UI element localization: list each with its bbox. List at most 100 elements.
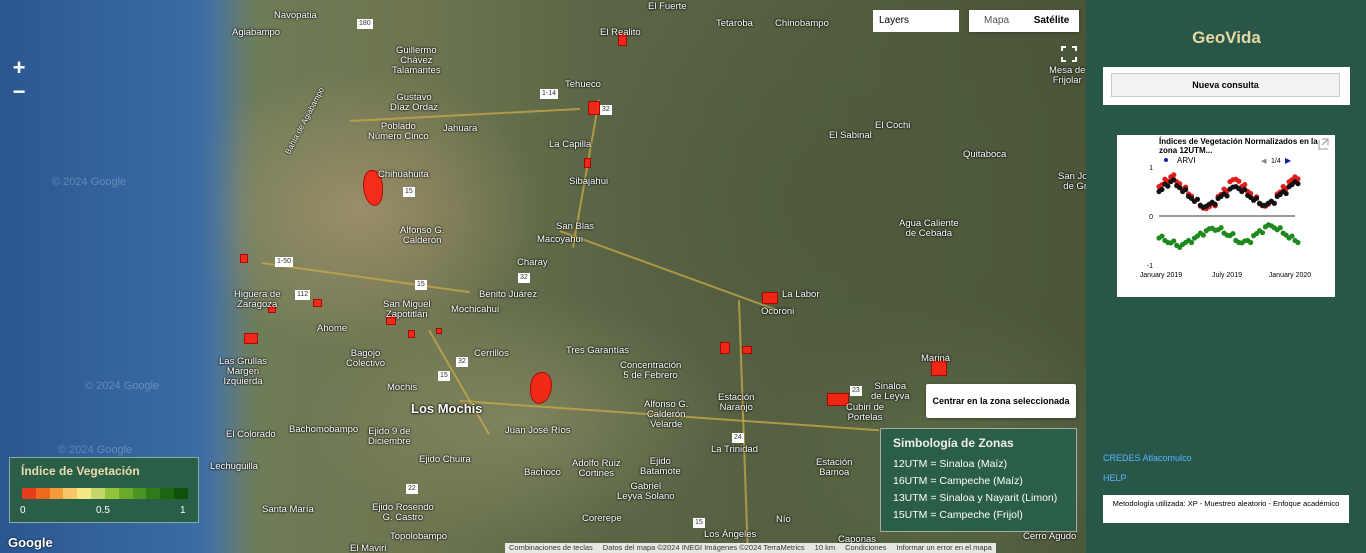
place-label: Mariná — [921, 353, 951, 364]
zoom-in-button[interactable]: + — [8, 57, 30, 80]
symbology-row: 15UTM = Campeche (Frijol) — [893, 509, 1023, 521]
layers-select[interactable]: Layers — [873, 10, 959, 32]
road-badge: 23 — [850, 386, 862, 396]
zoom-out-button[interactable]: − — [8, 81, 30, 104]
terms-link[interactable]: Condiciones — [845, 543, 886, 553]
legend-color-bar — [22, 488, 188, 499]
scale-label: 10 km — [814, 543, 836, 552]
place-label: Bachoco — [524, 467, 561, 478]
place-label: Juan José Ríos — [505, 425, 571, 436]
legend-max-label: 1 — [180, 505, 186, 516]
zone-polygon[interactable] — [720, 342, 730, 354]
chart-point — [1194, 196, 1201, 202]
zone-polygon[interactable] — [313, 299, 322, 307]
help-link[interactable]: HELP — [1103, 473, 1127, 483]
road-badge: 15 — [403, 187, 415, 197]
legend-color-swatch — [132, 488, 147, 499]
place-label: Las Grullas Margen Izquierda — [219, 356, 268, 387]
y-tick-label: 1 — [1149, 165, 1153, 172]
place-label: Ejido 9 de Diciembre — [368, 426, 411, 447]
chart-card: Índices de Vegetación Normalizados en la… — [1117, 135, 1335, 297]
place-label: Cerro Agudo — [1023, 531, 1077, 542]
x-tick-label: July 2019 — [1212, 272, 1242, 279]
map-watermark: © 2024 Google — [58, 444, 133, 456]
zone-polygon[interactable] — [436, 328, 442, 334]
place-label: San Miguel Zapotitlán — [383, 299, 431, 320]
place-label: Adolfo Ruiz Cortines — [572, 458, 621, 479]
place-label: Los Mochis — [411, 401, 483, 416]
map-attribution: Combinaciones de teclas Datos del mapa ©… — [505, 543, 996, 553]
place-label: Tehueco — [565, 79, 601, 90]
place-label: Ahome — [317, 323, 348, 334]
place-label: Chihuahuita — [378, 169, 429, 180]
zone-polygon[interactable] — [530, 372, 552, 404]
place-label: La Capilla — [549, 139, 592, 150]
road-badge: 22 — [406, 484, 418, 494]
place-label: El Fuerte — [648, 1, 687, 12]
chart-svg: 1 0 -1 January 2019 July 2019 January 2020 ARV… — [1140, 138, 1329, 279]
road — [350, 107, 580, 122]
chart-point — [1283, 190, 1289, 197]
place-label: Chinobampo — [775, 18, 829, 29]
road — [428, 330, 490, 435]
road — [559, 230, 777, 311]
legend-min-label: 0 — [20, 505, 26, 516]
chart-point — [1248, 239, 1254, 246]
zone-polygon[interactable] — [408, 330, 415, 338]
place-label: Bahía de Agiabampo — [283, 85, 327, 156]
chart-point — [1159, 186, 1165, 193]
map-type-map-button[interactable]: Mapa — [969, 10, 1024, 32]
side-panel: GeoVida Nueva consulta Índices de Vegeta… — [1087, 0, 1366, 553]
chart-point — [1200, 232, 1206, 238]
place-label: Agiabampo — [232, 27, 281, 38]
pager-next-icon: ▶ — [1285, 156, 1292, 165]
place-label: Higuera de Zaragoza — [234, 289, 281, 310]
zone-polygon[interactable] — [240, 254, 248, 263]
place-label: Sibajahui — [569, 176, 609, 187]
zone-polygon[interactable] — [762, 292, 778, 304]
place-label: Bagojo Colectivo — [346, 348, 386, 369]
place-label: Quitaboca — [963, 149, 1007, 160]
road-badge: 15 — [415, 280, 427, 290]
center-zone-button[interactable]: Centrar en la zona seleccionada — [926, 384, 1076, 418]
road-badge: 32 — [456, 357, 468, 367]
place-label: La Trinidad — [711, 444, 759, 455]
road-badge: 180 — [357, 19, 373, 29]
road-badge: 15 — [693, 518, 705, 528]
zone-polygon[interactable] — [244, 333, 258, 344]
zone-polygon[interactable] — [584, 158, 591, 168]
place-label: Gabriel Leyva Solano — [617, 481, 675, 502]
place-label: Mesa de Frijolar — [1049, 65, 1086, 86]
legend-color-swatch — [174, 488, 188, 499]
place-label: Corerepe — [582, 513, 622, 524]
legend-color-swatch — [22, 488, 36, 499]
road-badge: 112 — [295, 290, 311, 300]
chart-point — [1271, 200, 1277, 206]
place-label: El Cochi — [875, 120, 911, 131]
new-query-button[interactable]: Nueva consulta — [1111, 73, 1340, 97]
place-label: El Colorado — [226, 429, 276, 440]
place-label: Los Ángeles — [704, 529, 757, 540]
chart-point — [1212, 201, 1218, 207]
map-area[interactable]: © 2024 Google © 2024 Google © 2024 Googl… — [0, 0, 1086, 553]
chart-point — [1289, 233, 1295, 239]
map-type-satellite-button[interactable]: Satélite — [1024, 10, 1079, 32]
chart-point — [1277, 225, 1283, 231]
place-label: Guillermo Chávez Talamantes — [392, 45, 441, 76]
chart-point — [1253, 195, 1260, 201]
fullscreen-icon[interactable] — [1059, 45, 1079, 65]
place-label: Benito Juárez — [479, 289, 538, 300]
map-type-control: Mapa Satélite — [969, 10, 1079, 32]
report-error-link[interactable]: Informar un error en el mapa — [896, 543, 991, 553]
road-badge: 1-50 — [275, 257, 294, 267]
place-label: Cubiri de Portelas — [846, 402, 885, 423]
credes-link[interactable]: CREDES Atlacomulco — [1103, 453, 1192, 463]
place-label: Sinaloa de Leyva — [871, 381, 910, 402]
place-label: Estación Bamoa — [816, 457, 853, 478]
legend-color-swatch — [146, 488, 161, 499]
zone-polygon[interactable] — [588, 101, 600, 115]
road-badge: 1-14 — [540, 89, 559, 99]
zone-polygon[interactable] — [742, 346, 752, 354]
place-label: Topolobampo — [390, 531, 448, 542]
keyboard-shortcuts-link[interactable]: Combinaciones de teclas — [509, 543, 593, 553]
